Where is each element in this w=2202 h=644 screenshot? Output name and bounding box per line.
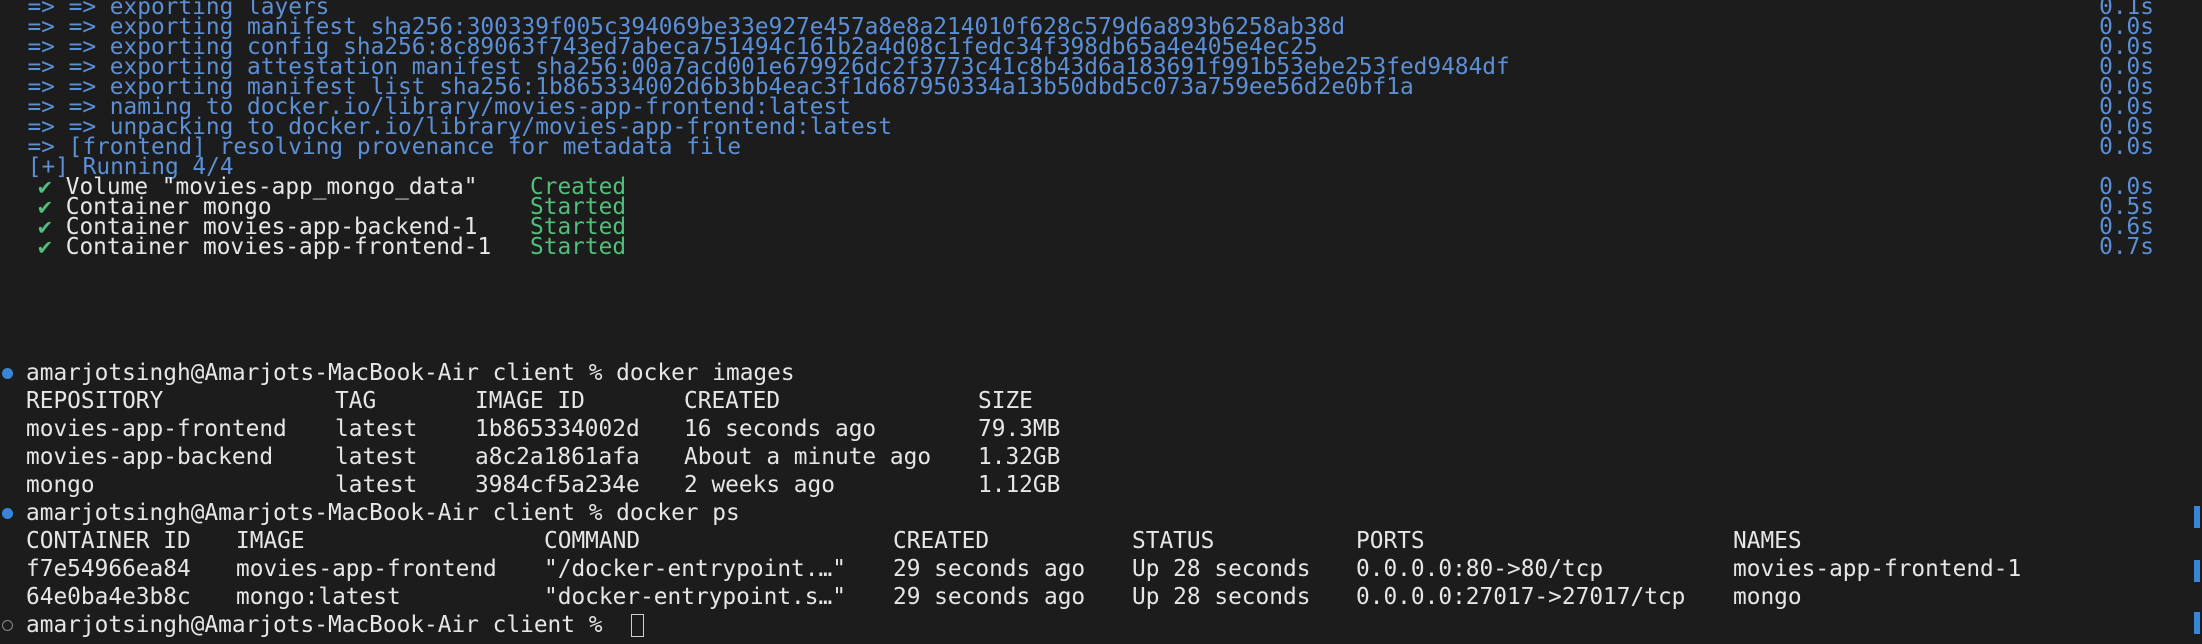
images-table-row: movies-app-backend latest a8c2a1861afa A… <box>26 444 1061 470</box>
ps-table-row: 64e0ba4e3b8c mongo:latest "docker-entryp… <box>26 584 1802 610</box>
prompt-line: amarjotsingh@Amarjots-MacBook-Air client… <box>0 499 2202 527</box>
command-pending-marker[interactable] <box>2 620 13 631</box>
scroll-marker <box>2194 506 2200 528</box>
text-cursor[interactable] <box>631 614 644 637</box>
check-icon: ✔ <box>38 234 52 260</box>
active-prompt-line[interactable]: amarjotsingh@Amarjots-MacBook-Air client… <box>0 611 2202 639</box>
scroll-marker <box>2194 560 2200 582</box>
images-table-row: mongo latest 3984cf5a234e 2 weeks ago 1.… <box>26 472 1061 498</box>
prompt-line: amarjotsingh@Amarjots-MacBook-Air client… <box>0 359 2202 387</box>
elapsed-time: 0.7s <box>2099 234 2154 260</box>
status-label: Started <box>530 234 627 260</box>
scroll-marker <box>2194 612 2200 634</box>
ps-table-header: CONTAINER ID IMAGE COMMAND CREATED STATU… <box>26 528 1802 554</box>
command-success-marker[interactable] <box>2 508 13 519</box>
terminal-window[interactable]: => => exporting layers 0.1s => => export… <box>0 0 2202 644</box>
images-table-header: REPOSITORY TAG IMAGE ID CREATED SIZE <box>26 388 1033 414</box>
command-success-marker[interactable] <box>2 368 13 379</box>
ps-table-row: f7e54966ea84 movies-app-frontend "/docke… <box>26 556 2022 582</box>
running-item: ✔ Container movies-app-frontend-1 Starte… <box>38 234 2154 260</box>
scrollbar[interactable] <box>2188 0 2202 644</box>
images-table-row: movies-app-frontend latest 1b865334002d … <box>26 416 1061 442</box>
